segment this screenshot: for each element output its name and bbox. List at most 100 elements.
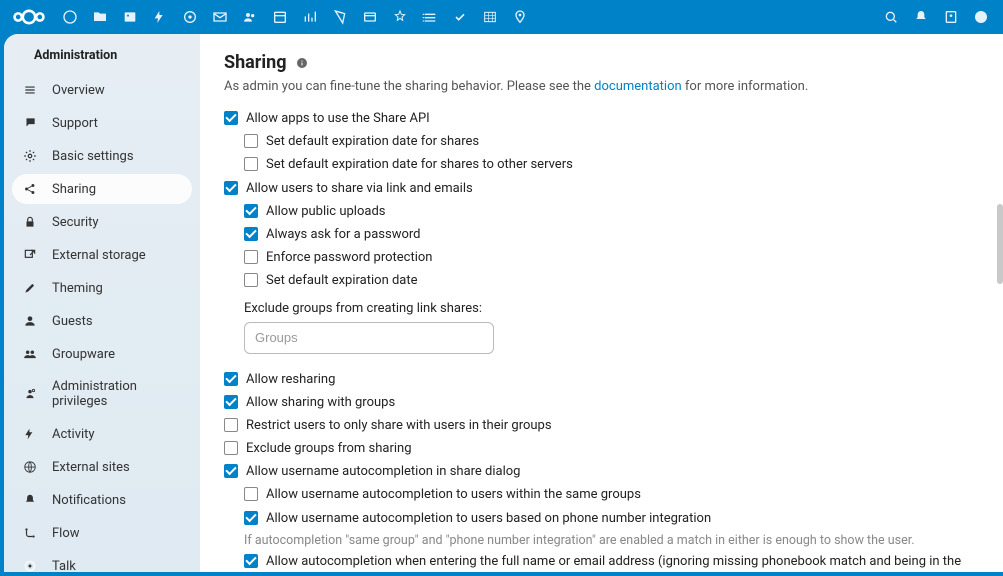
bookmarks-icon[interactable]: [386, 3, 414, 31]
label-ask_password: Always ask for a password: [266, 226, 421, 244]
sidebar-title: Administration: [12, 48, 192, 75]
bell-icon: [22, 492, 38, 508]
label-public_uploads: Allow public uploads: [266, 203, 385, 221]
label-autocomplete: Allow username autocompletion in share d…: [246, 463, 521, 481]
sidebar-item-label: Security: [52, 215, 99, 230]
account-icon: [22, 386, 38, 402]
share-icon: [22, 181, 38, 197]
calendar-icon[interactable]: [266, 3, 294, 31]
sidebar-item-support[interactable]: Support: [12, 108, 192, 138]
sidebar-item-overview[interactable]: Overview: [12, 75, 192, 105]
sidebar-item-guests[interactable]: Guests: [12, 306, 192, 336]
sidebar-item-external-storage[interactable]: External storage: [12, 240, 192, 270]
tables-icon[interactable]: [476, 3, 504, 31]
label-exclude_groups: Exclude groups from sharing: [246, 440, 412, 458]
sidebar-item-external-sites[interactable]: External sites: [12, 452, 192, 482]
tasks-icon[interactable]: [416, 3, 444, 31]
activity-icon[interactable]: [146, 3, 174, 31]
sidebar-item-activity[interactable]: Activity: [12, 419, 192, 449]
sidebar-item-talk[interactable]: Talk: [12, 551, 192, 572]
polls-icon[interactable]: [446, 3, 474, 31]
logo[interactable]: [8, 8, 50, 26]
sidebar-item-theming[interactable]: Theming: [12, 273, 192, 303]
comment-icon: [22, 115, 38, 131]
checkbox-public_uploads[interactable]: [244, 204, 258, 218]
setting-def_exp_shares: Set default expiration date for shares: [244, 133, 979, 151]
external-icon: [22, 247, 38, 263]
sidebar-item-security[interactable]: Security: [12, 207, 192, 237]
documentation-link[interactable]: documentation: [594, 79, 682, 94]
settings-icon[interactable]: [967, 3, 995, 31]
checkbox-link_email[interactable]: [224, 181, 238, 195]
setting-public_uploads: Allow public uploads: [244, 203, 979, 221]
groups-input[interactable]: [244, 322, 494, 354]
bolt-icon: [22, 426, 38, 442]
photos-icon[interactable]: [116, 3, 144, 31]
dashboard-icon[interactable]: [56, 3, 84, 31]
checkbox-ac_phone[interactable]: [244, 511, 258, 525]
checkbox-resharing[interactable]: [224, 372, 238, 386]
sidebar-item-label: External storage: [52, 248, 146, 263]
lock-icon: [22, 214, 38, 230]
groups-exclude-label: Exclude groups from creating link shares…: [244, 301, 979, 316]
checkbox-exclude_groups[interactable]: [224, 441, 238, 455]
checkbox-enforce_password[interactable]: [244, 250, 258, 264]
label-ac_same_groups: Allow username autocompletion to users w…: [266, 486, 641, 504]
group-icon: [22, 346, 38, 362]
files-icon[interactable]: [86, 3, 114, 31]
sidebar-item-label: Basic settings: [52, 149, 134, 164]
checkbox-def_exp[interactable]: [244, 273, 258, 287]
sidebar: Administration OverviewSupport Basic sett…: [4, 34, 200, 572]
sidebar-item-label: Guests: [52, 314, 93, 329]
notes-icon[interactable]: [326, 3, 354, 31]
label-link_email: Allow users to share via link and emails: [246, 180, 473, 198]
flow-icon: [22, 525, 38, 541]
search-icon[interactable]: [877, 3, 905, 31]
setting-enforce_password: Enforce password protection: [244, 249, 979, 267]
analytics-icon[interactable]: [296, 3, 324, 31]
scrollbar-thumb[interactable]: [997, 204, 1003, 284]
checkbox-restrict_groups[interactable]: [224, 418, 238, 432]
info-icon[interactable]: [295, 56, 309, 70]
sidebar-item-flow[interactable]: Flow: [12, 518, 192, 548]
sidebar-item-label: Groupware: [52, 347, 115, 362]
sidebar-item-label: Sharing: [52, 182, 96, 197]
label-share_groups: Allow sharing with groups: [246, 394, 395, 412]
sidebar-item-sharing[interactable]: Sharing: [12, 174, 192, 204]
notifications-icon[interactable]: [907, 3, 935, 31]
label-def_exp_other: Set default expiration date for shares t…: [266, 156, 573, 174]
checkbox-ac_full[interactable]: [244, 554, 258, 568]
sidebar-item-label: Talk: [52, 559, 76, 573]
checkbox-ask_password[interactable]: [244, 227, 258, 241]
label-ac_phone: Allow username autocompletion to users b…: [266, 510, 711, 528]
mail-icon[interactable]: [206, 3, 234, 31]
sidebar-item-groupware[interactable]: Groupware: [12, 339, 192, 369]
setting-ac_phone: Allow username autocompletion to users b…: [244, 510, 979, 528]
deck-icon[interactable]: [356, 3, 384, 31]
sidebar-item-administration-privileges[interactable]: Administration privileges: [12, 372, 192, 416]
setting-ask_password: Always ask for a password: [244, 226, 979, 244]
setting-link_email: Allow users to share via link and emails: [224, 180, 979, 198]
sidebar-item-label: Theming: [52, 281, 103, 296]
checkbox-share_groups[interactable]: [224, 395, 238, 409]
sidebar-item-notifications[interactable]: Notifications: [12, 485, 192, 515]
maps-icon[interactable]: [506, 3, 534, 31]
content: Sharing As admin you can fine-tune the s…: [200, 34, 1003, 572]
talk-icon[interactable]: [176, 3, 204, 31]
checkbox-autocomplete[interactable]: [224, 464, 238, 478]
contacts-icon[interactable]: [236, 3, 264, 31]
gear-icon: [22, 148, 38, 164]
sidebar-item-label: Activity: [52, 427, 95, 442]
label-restrict_groups: Restrict users to only share with users …: [246, 417, 552, 435]
checkbox-ac_same_groups[interactable]: [244, 487, 258, 501]
sidebar-item-label: Flow: [52, 526, 80, 541]
checkbox-def_exp_shares[interactable]: [244, 134, 258, 148]
setting-restrict_groups: Restrict users to only share with users …: [224, 417, 979, 435]
label-def_exp: Set default expiration date: [266, 272, 418, 290]
sidebar-item-basic-settings[interactable]: Basic settings: [12, 141, 192, 171]
checkbox-def_exp_other[interactable]: [244, 157, 258, 171]
contacts-menu-icon[interactable]: [937, 3, 965, 31]
label-def_exp_shares: Set default expiration date for shares: [266, 133, 479, 151]
checkbox-share_api[interactable]: [224, 111, 238, 125]
sidebar-item-label: Notifications: [52, 493, 126, 508]
